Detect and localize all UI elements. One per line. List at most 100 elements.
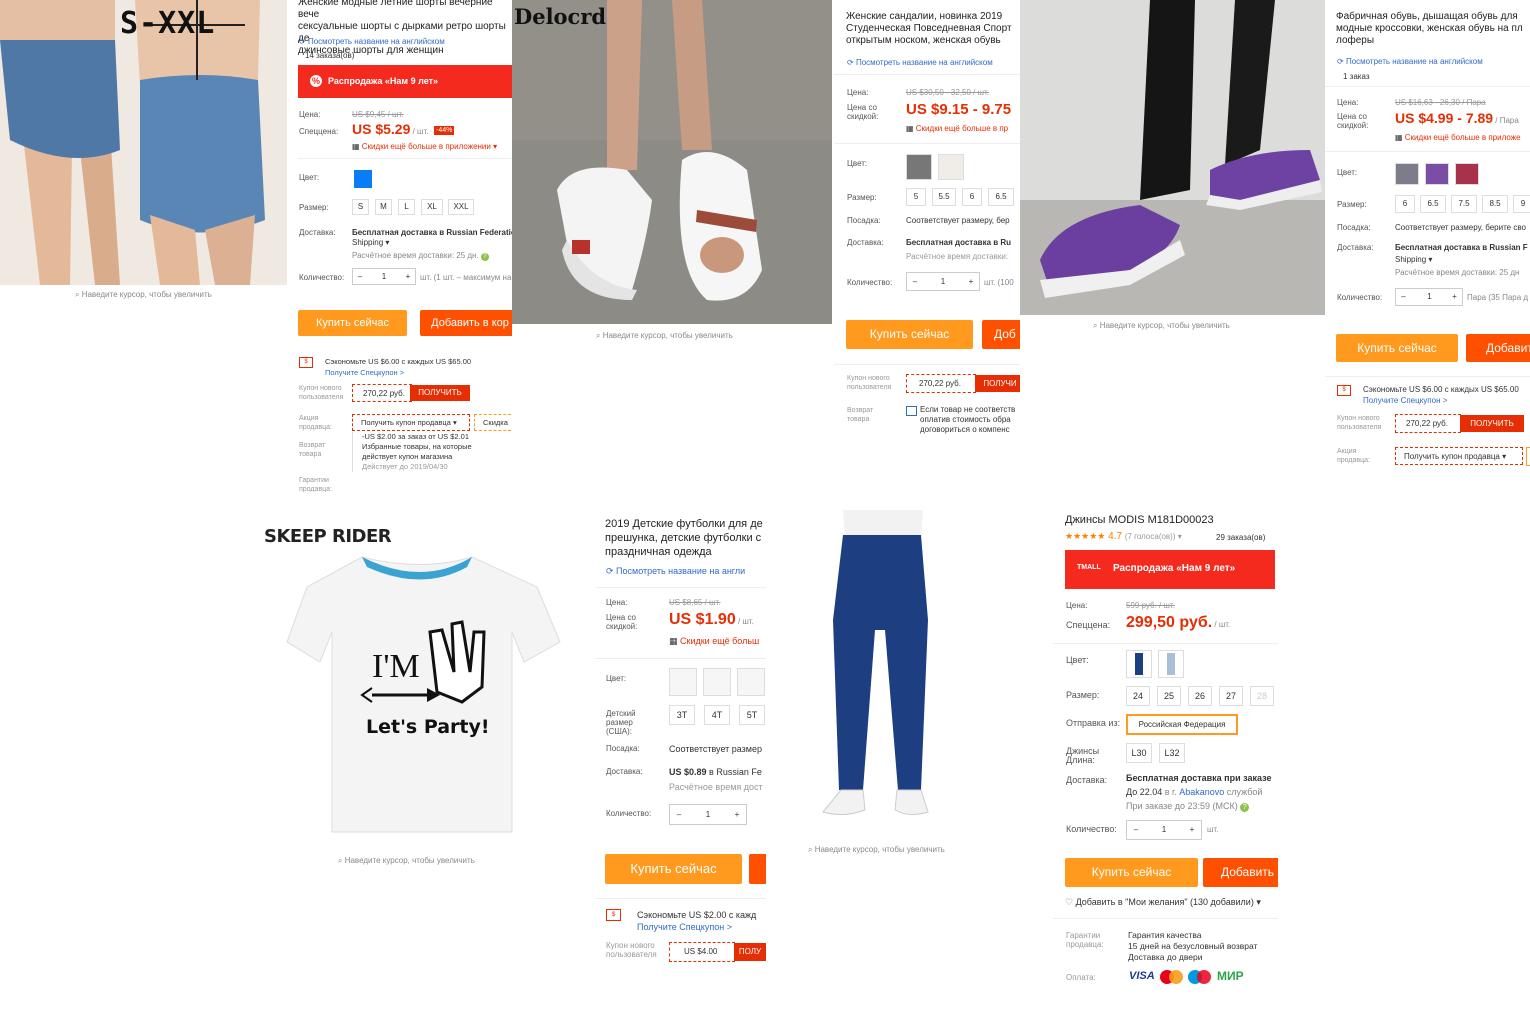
get-coupon-button[interactable]: ПОЛУЧИТЬ [410,385,470,401]
minus-icon[interactable]: – [670,805,688,824]
get-coupon-button[interactable]: ПОЛУЧИТЬ [1460,415,1524,432]
english-title-link[interactable]: Посмотреть название на английском [299,37,445,46]
get-coupon-link[interactable]: Получите Спецкупон > [1363,396,1447,405]
color-option-light-blue[interactable] [1158,650,1184,678]
color-option-dark-blue[interactable] [1126,650,1152,678]
product-image-tshirt[interactable]: I'M SKEEP RIDER Let's Party! [262,512,582,848]
buy-now-button[interactable]: Купить сейчас [846,320,973,349]
delivery-method[interactable]: Shipping ▾ [352,238,389,247]
size-option[interactable]: S [352,199,369,215]
get-coupon-link[interactable]: Получите Спецкупон > [637,922,732,932]
quantity-stepper[interactable]: – 1 + [669,804,747,825]
delivery-city-link[interactable]: Abakanovo [1179,787,1224,797]
help-icon[interactable]: ? [1240,803,1250,812]
add-to-cart-button[interactable]: Доб [982,320,1020,349]
size-option[interactable]: 6.5 [1420,195,1446,213]
app-discount-link[interactable]: Скидки ещё больш [669,636,759,647]
length-option[interactable]: L32 [1159,743,1185,763]
seller-discount-tab[interactable] [1526,447,1530,466]
quantity-value[interactable]: 1 [699,805,717,824]
seller-coupon-dropdown[interactable]: Получить купон продавца ▾ [1395,447,1523,465]
product-title[interactable]: 2019 Детские футболки для де прешунка, д… [605,517,766,559]
size-option[interactable]: 5 [906,188,926,206]
size-option[interactable]: L [398,199,415,215]
size-option[interactable]: M [375,199,392,215]
quantity-value[interactable]: 1 [1155,821,1173,839]
plus-icon[interactable]: + [401,269,415,284]
size-option[interactable]: 5.5 [932,188,956,206]
size-option[interactable]: 26 [1188,686,1212,706]
add-to-cart-button[interactable]: Добавит [1466,334,1530,362]
get-coupon-button[interactable]: ПОЛУЧИ [975,375,1020,392]
minus-icon[interactable]: – [907,273,923,290]
product-image-sandals[interactable]: Delocrd [512,0,832,324]
size-option[interactable]: XL [421,199,443,215]
minus-icon[interactable]: – [1127,821,1145,839]
size-option[interactable]: 25 [1157,686,1181,706]
color-option-grey[interactable] [1395,163,1419,185]
get-coupon-link[interactable]: Получите Спецкупон > [325,368,404,377]
size-option[interactable]: 27 [1219,686,1243,706]
buy-now-button[interactable]: Купить сейчас [298,310,407,336]
minus-icon[interactable]: – [353,269,367,284]
get-coupon-button[interactable]: ПОЛУ [734,943,766,961]
quantity-value[interactable]: 1 [377,269,391,284]
english-title-link[interactable]: Посмотреть название на англи [606,566,745,577]
buy-now-button[interactable]: Купить сейчас [1065,858,1198,887]
add-to-cart-button[interactable]: Добавить [1203,858,1278,887]
color-option-purple[interactable] [1425,163,1449,185]
length-option[interactable]: L30 [1126,743,1152,763]
size-option[interactable]: 8.5 [1482,195,1508,213]
size-option[interactable]: 6 [962,188,982,206]
plus-icon[interactable]: + [1447,289,1462,305]
product-title[interactable]: Женские модные летние шорты вечерние веч… [298,0,512,57]
product-image-shorts[interactable]: S-XXL [0,0,287,285]
size-option[interactable]: 24 [1126,686,1150,706]
quantity-stepper[interactable]: – 1 + [352,268,416,285]
color-option-3[interactable] [737,668,765,696]
plus-icon[interactable]: + [963,273,979,290]
help-icon[interactable]: ? [480,253,489,261]
buy-now-button[interactable]: Купить сейчас [1336,334,1458,362]
size-option-disabled[interactable]: 28 [1250,686,1274,706]
color-option-black-white[interactable] [906,154,932,180]
ship-from-option[interactable]: Российская Федерация [1126,714,1238,735]
size-option[interactable]: XXL [448,199,474,215]
product-image-sneakers[interactable] [1020,0,1325,315]
app-discount-link[interactable]: Скидки ещё больше в приложении ▾ [352,142,497,151]
seller-coupon-dropdown[interactable]: Получить купон продавца ▾ [352,414,470,431]
quantity-value[interactable]: 1 [935,273,951,290]
size-option[interactable]: 3T [669,705,695,725]
size-option[interactable]: 4T [704,705,730,725]
quantity-stepper[interactable]: – 1 + [1395,288,1463,306]
size-option[interactable]: 5T [739,705,765,725]
size-option[interactable]: 9 [1513,195,1530,213]
english-title-link[interactable]: Посмотреть название на английском [1337,57,1483,66]
add-to-cart-button[interactable] [749,854,766,884]
product-image-jeans[interactable] [803,510,963,832]
product-title[interactable]: Джинсы MODIS M181D00023 [1065,514,1278,526]
seller-discount-tab[interactable]: Скидка [474,414,512,431]
plus-icon[interactable]: + [1183,821,1201,839]
wishlist-row[interactable]: ♡ Добавить в "Мои желания" (130 добавили… [1065,897,1261,908]
color-option-blue[interactable] [354,170,372,188]
quantity-stepper[interactable]: – 1 + [1126,820,1202,840]
votes-count[interactable]: (7 голоса(ов)) ▾ [1125,532,1182,541]
add-to-cart-button[interactable]: Добавить в кор [420,310,512,336]
quantity-value[interactable]: 1 [1422,289,1437,305]
app-discount-link[interactable]: Скидки ещё больше в пр [906,124,1008,133]
size-option[interactable]: 7.5 [1451,195,1477,213]
product-title[interactable]: Фабричная обувь, дышащая обувь для модны… [1336,11,1530,47]
minus-icon[interactable]: – [1396,289,1411,305]
color-option-white[interactable] [938,154,964,180]
size-option[interactable]: 6.5 [988,188,1014,206]
buy-now-button[interactable]: Купить сейчас [605,854,742,884]
english-title-link[interactable]: Посмотреть название на английском [847,58,993,67]
quantity-stepper[interactable]: – 1 + [906,272,980,291]
app-discount-link[interactable]: Скидки ещё больше в приложе [1395,133,1521,142]
color-option-2[interactable] [703,668,731,696]
color-option-red[interactable] [1455,163,1479,185]
plus-icon[interactable]: + [728,805,746,824]
delivery-method[interactable]: Shipping ▾ [1395,255,1432,264]
size-option[interactable]: 6 [1395,195,1415,213]
